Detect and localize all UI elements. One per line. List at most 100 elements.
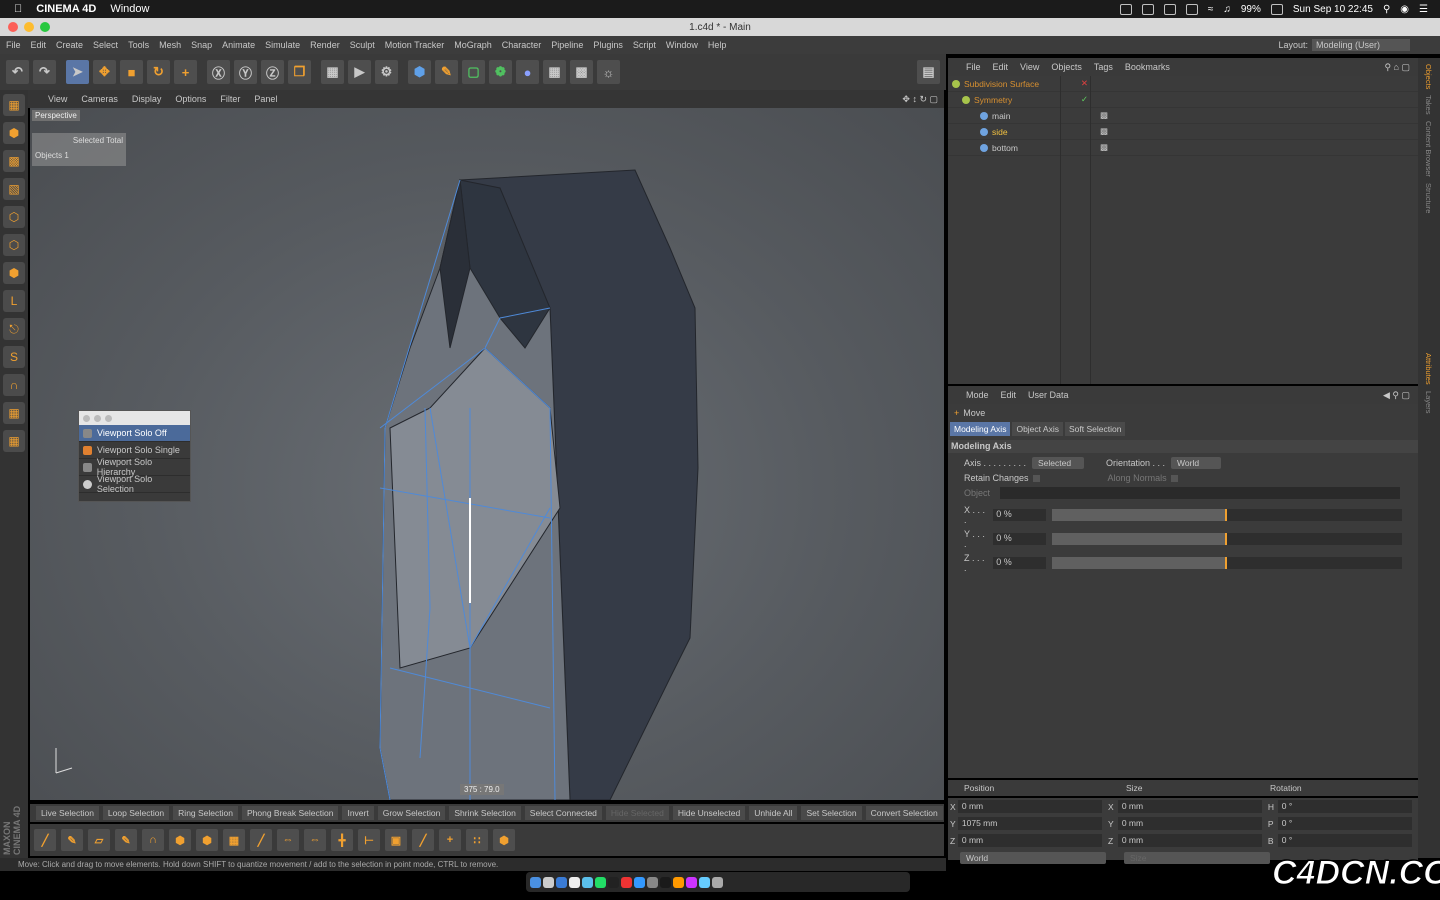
disable-x-icon[interactable]: ✕ [1081, 78, 1088, 89]
invert-button[interactable]: Invert [342, 806, 374, 820]
menu-create[interactable]: Create [56, 40, 83, 50]
polygons-mode-icon[interactable]: ⬢ [3, 262, 25, 284]
snapping-icon[interactable]: S [3, 346, 25, 368]
z-slider[interactable] [1051, 557, 1402, 569]
object-row[interactable]: Symmetry ✓ [948, 92, 1418, 108]
layout-switch-icon[interactable]: ▤ [917, 60, 940, 84]
cinema4d-icon[interactable] [660, 876, 671, 888]
convert-selection-button[interactable]: Convert Selection [865, 806, 943, 820]
tab-attributes[interactable]: Attributes [1424, 353, 1433, 385]
menu-motion-tracker[interactable]: Motion Tracker [385, 40, 445, 50]
mac-menu-window[interactable]: Window [110, 3, 149, 15]
edges-mode-icon[interactable]: ⬡ [3, 234, 25, 256]
z-axis-icon[interactable]: Ⓩ [261, 60, 284, 84]
chrome-icon[interactable] [569, 876, 580, 888]
appstore-icon[interactable] [634, 876, 645, 888]
extrude-inner-icon[interactable]: ⬢ [196, 829, 218, 851]
x-slider[interactable] [1051, 509, 1402, 521]
solo-selection[interactable]: Viewport Solo Selection [79, 474, 190, 494]
paint-icon[interactable]: ✎ [115, 829, 137, 851]
hide-selected-button[interactable]: Hide Selected [605, 806, 669, 820]
render-settings-icon[interactable]: ⚙ [375, 60, 398, 84]
rotation-b-field[interactable]: 0 ° [1277, 834, 1412, 847]
finder-icon[interactable] [530, 876, 541, 888]
enabled-check-icon[interactable]: ✓ [1081, 94, 1088, 105]
bevel-icon[interactable]: ▱ [88, 829, 110, 851]
object-link-field[interactable] [1000, 487, 1401, 499]
x-axis-icon[interactable]: Ⓧ [207, 60, 230, 84]
siri-icon[interactable]: ◉ [1400, 4, 1409, 15]
tab-layers[interactable]: Layers [1424, 391, 1433, 414]
object-row[interactable]: Subdivision Surface ✕ [948, 76, 1418, 92]
floor-icon[interactable]: ▦ [543, 60, 566, 84]
hide-unselected-button[interactable]: Hide Unselected [672, 806, 746, 820]
scale-tool-icon[interactable]: ■ [120, 60, 143, 84]
orientation-dropdown[interactable]: World [1171, 457, 1222, 469]
size-mode-dropdown[interactable]: Size [1124, 851, 1270, 864]
select-connected-button[interactable]: Select Connected [524, 806, 602, 820]
preferences-icon[interactable] [647, 876, 658, 888]
deformer-icon[interactable]: ● [516, 60, 539, 84]
vp-menu-filter[interactable]: Filter [220, 94, 240, 104]
obj-search-icon[interactable]: ⚲ ⌂ ▢ [1384, 62, 1410, 73]
launchpad-icon[interactable] [543, 876, 554, 888]
apple-icon[interactable]:  [14, 3, 22, 15]
menu-mograph[interactable]: MoGraph [454, 40, 492, 50]
obj-menu-objects[interactable]: Objects [1051, 62, 1082, 72]
folder-icon[interactable] [699, 876, 710, 888]
solo-selection-icon[interactable]: ▦ [3, 430, 25, 452]
rotation-h-field[interactable]: 0 ° [1277, 800, 1412, 813]
bridge-icon[interactable]: ⊢ [358, 829, 380, 851]
attr-menu-edit[interactable]: Edit [1001, 390, 1017, 400]
texture-mode-icon[interactable]: ▩ [3, 150, 25, 172]
render-picture-viewer-icon[interactable]: ▶ [348, 60, 371, 84]
set-selection-button[interactable]: Set Selection [801, 806, 862, 820]
vp-menu-display[interactable]: Display [132, 94, 162, 104]
slide-icon[interactable]: ⇔ [277, 829, 299, 851]
matrix-extrude-icon[interactable]: ▦ [223, 829, 245, 851]
add-tool-icon[interactable]: + [174, 60, 197, 84]
check-icon[interactable] [1185, 3, 1198, 15]
size-z-field[interactable]: 0 mm [1117, 834, 1262, 847]
y-slider[interactable] [1051, 533, 1402, 545]
undo-icon[interactable]: ↶ [6, 60, 29, 84]
menu-animate[interactable]: Animate [222, 40, 255, 50]
tab-modeling-axis[interactable]: Modeling Axis [950, 422, 1011, 436]
menu-render[interactable]: Render [310, 40, 340, 50]
unhide-all-button[interactable]: Unhide All [749, 806, 798, 820]
viewport-nav-icons[interactable]: ✥ ↕ ↻ ▢ [902, 94, 938, 105]
menu-script[interactable]: Script [633, 40, 656, 50]
menu-tools[interactable]: Tools [128, 40, 149, 50]
vp-menu-panel[interactable]: Panel [254, 94, 277, 104]
object-row[interactable]: side ▩ [948, 124, 1418, 140]
object-row[interactable]: main ▩ [948, 108, 1418, 124]
obj-menu-tags[interactable]: Tags [1094, 62, 1113, 72]
music-icon[interactable] [621, 876, 632, 888]
minimize-icon[interactable] [24, 22, 34, 32]
menu-plugins[interactable]: Plugins [593, 40, 623, 50]
redo-icon[interactable]: ↷ [33, 60, 56, 84]
stitch-icon[interactable]: ⇔ [304, 829, 326, 851]
obj-menu-edit[interactable]: Edit [993, 62, 1009, 72]
axis-dropdown[interactable]: Selected [1032, 457, 1085, 469]
tweak-mode-icon[interactable]: ⎋ [3, 318, 25, 340]
obj-menu-file[interactable]: File [966, 62, 981, 72]
pen-icon[interactable]: ✎ [435, 60, 458, 84]
terminal-icon[interactable] [608, 876, 619, 888]
photoshop-icon[interactable] [673, 876, 684, 888]
close-icon[interactable] [8, 22, 18, 32]
camera-label[interactable]: Perspective [32, 110, 80, 121]
menu-snap[interactable]: Snap [191, 40, 212, 50]
solo-icon[interactable]: ▦ [3, 402, 25, 424]
close-hole-icon[interactable]: ▣ [385, 829, 407, 851]
tag-icon[interactable]: ▩ [1100, 142, 1108, 153]
trash-icon[interactable] [712, 876, 723, 888]
menu-mesh[interactable]: Mesh [159, 40, 181, 50]
vp-menu-cameras[interactable]: Cameras [81, 94, 118, 104]
move-tool-icon[interactable]: ✥ [93, 60, 116, 84]
retain-checkbox[interactable] [1032, 474, 1040, 482]
magnet-icon[interactable]: ∩ [3, 374, 25, 396]
solo-off[interactable]: Viewport Solo Off [79, 425, 190, 442]
cloner-icon[interactable]: ❁ [489, 60, 512, 84]
select-tool-icon[interactable]: ➤ [66, 60, 89, 84]
